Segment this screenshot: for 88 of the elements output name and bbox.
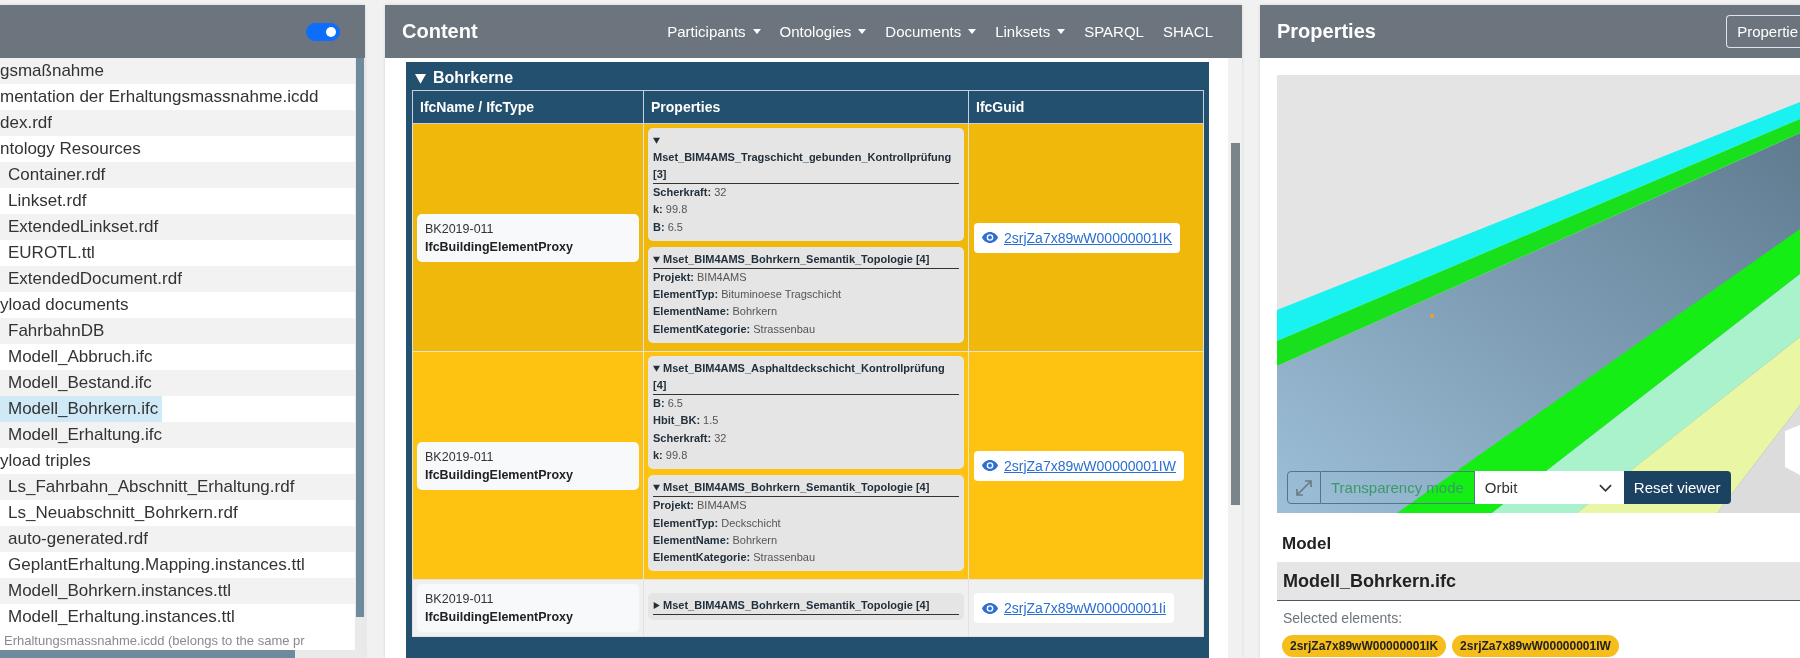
property-set-toggle[interactable]: Mset_BIM4AMS_Bohrkern_Semantik_Topologie [4] — [653, 479, 959, 498]
property-set-toggle[interactable]: Mset_BIM4AMS_Bohrkern_Semantik_Topologie [4] — [653, 250, 959, 269]
model-name: Modell_Bohrkern.ifc — [1277, 562, 1800, 601]
tree-item[interactable]: ExtendedLinkset.rdf — [0, 214, 355, 240]
tree-item[interactable]: ExtendedDocument.rdf — [0, 266, 355, 292]
column-header: IfcGuid — [968, 90, 1204, 124]
tree-item[interactable]: auto-generated.rdf — [0, 526, 355, 552]
property-line: ElementKategorie: Strassenbau — [653, 550, 817, 566]
tree-item[interactable]: Ls_Fahrbahn_Abschnitt_Erhaltung.rdf — [0, 474, 355, 500]
element-badge[interactable]: 2srjZa7x89wW00000001IK — [1282, 635, 1447, 657]
nav-link[interactable]: Linksets — [995, 23, 1066, 40]
caret-icon — [858, 29, 867, 34]
tree-item[interactable]: FahrbahnDB — [0, 318, 355, 344]
table-row[interactable] — [412, 351, 1204, 580]
element-name: BK2019-011 — [425, 448, 495, 466]
panel-title: Content — [402, 20, 478, 43]
properties-button[interactable]: Propertie — [1726, 15, 1800, 48]
mode-select[interactable]: Orbit — [1474, 471, 1624, 504]
guid-link[interactable]: 2srjZa7x89wW00000001IW — [974, 450, 1184, 481]
tree-item[interactable]: EUROTL.ttl — [0, 240, 355, 266]
tree-item[interactable]: Modell_Abbruch.ifc — [0, 344, 355, 370]
nav-link[interactable]: SPARQL — [1084, 23, 1144, 40]
property-line: k: 99.8 — [653, 447, 689, 463]
tree-item[interactable]: yload triples — [0, 448, 355, 474]
guid-link[interactable]: 2srjZa7x89wW00000001Ii — [974, 593, 1174, 624]
section-toggle[interactable]: Bohrkerne — [412, 66, 1203, 90]
caret-icon — [752, 29, 761, 34]
column-header: IfcName / IfcType — [412, 90, 644, 124]
property-line: Projekt: BIM4AMS — [653, 269, 748, 285]
tree-note: Erhaltungsmassnahme.icdd (belongs to the same pr — [3, 632, 306, 650]
eye-icon — [982, 460, 998, 472]
tree-item[interactable]: Modell_Erhaltung.ifc — [0, 422, 355, 448]
chevron-icon — [1598, 483, 1612, 492]
expand-icon — [1296, 479, 1312, 496]
scrollbar-thumb[interactable] — [1231, 143, 1240, 505]
selected-label: Selected elements: — [1282, 610, 1404, 627]
property-line: Projekt: BIM4AMS — [653, 498, 748, 514]
table-row[interactable]: BK2019-011 IfcBuildingElementProxy Mset_BIM4AMS_Bohrkern_Semantik_Topologie [4] 2srjZa7x89wW00000001Ii — [412, 579, 1204, 637]
property-line: Hbit_BK: 1.5 — [653, 413, 720, 429]
element-type: IfcBuildingElementProxy — [425, 466, 574, 484]
tree-item[interactable]: ntology Resources — [0, 136, 355, 162]
property-line: B: 6.5 — [653, 396, 684, 412]
tree-item[interactable]: Container.rdf — [0, 162, 355, 188]
tree-item[interactable]: Linkset.rdf — [0, 188, 355, 214]
tree-item[interactable]: Modell_Bohrkern.ifc — [0, 396, 355, 422]
property-set-toggle[interactable]: Mset_BIM4AMS_Tragschicht_gebunden_Kontrollprüfung [3] — [653, 132, 959, 184]
eye-icon — [982, 232, 998, 244]
nav-link[interactable]: SHACL — [1162, 23, 1213, 40]
property-line: Scherkraft: 32 — [653, 185, 728, 200]
nav-link[interactable]: Ontologies — [779, 23, 867, 40]
tree-item[interactable]: yload documents — [0, 292, 355, 318]
toggle-switch[interactable] — [306, 22, 340, 41]
caret-icon — [1057, 29, 1066, 34]
panel-title: Properties — [1277, 20, 1376, 43]
element-name: BK2019-011 — [425, 591, 495, 609]
expand-button[interactable] — [1287, 471, 1321, 504]
property-line: ElementKategorie: Strassenbau — [653, 321, 817, 337]
tree-item[interactable]: Modell_Bestand.ifc — [0, 370, 355, 396]
property-line: k: 99.8 — [653, 202, 689, 218]
property-set-toggle[interactable]: Mset_BIM4AMS_Asphaltdeckschicht_Kontrollprüfung [4] — [653, 360, 959, 396]
nav-link[interactable]: Documents — [885, 23, 977, 40]
scrollbar-thumb[interactable] — [0, 650, 295, 658]
tree-item[interactable]: Modell_Erhaltung.instances.ttl — [0, 604, 355, 630]
table-row[interactable] — [412, 123, 1204, 352]
section-heading: Model — [1281, 534, 1333, 554]
element-type: IfcBuildingElementProxy — [425, 609, 574, 627]
element-name: BK2019-011 — [425, 220, 495, 238]
property-line: ElementName: Bohrkern — [653, 532, 779, 548]
eye-icon — [982, 602, 998, 614]
element-type: IfcBuildingElementProxy — [425, 238, 574, 256]
tree-item[interactable]: GeplantErhaltung.Mapping.instances.ttl — [0, 552, 355, 578]
reset-button[interactable]: Reset viewer — [1623, 471, 1731, 504]
tree-item[interactable]: dex.rdf — [0, 110, 355, 136]
column-header: Properties — [643, 90, 969, 124]
guid-link[interactable]: 2srjZa7x89wW00000001IK — [974, 222, 1181, 253]
scrollbar-thumb[interactable] — [356, 58, 364, 617]
property-line: ElementName: Bohrkern — [653, 304, 779, 320]
tree-item[interactable]: gsmaßnahme — [0, 58, 355, 84]
property-line: B: 6.5 — [653, 219, 684, 235]
nav-link[interactable]: Participants — [667, 23, 761, 40]
property-line: ElementTyp: Deckschicht — [653, 515, 782, 531]
element-badge[interactable]: 2srjZa7x89wW00000001IW — [1452, 635, 1619, 657]
tree-item[interactable]: Modell_Bohrkern.instances.ttl — [0, 578, 355, 604]
property-line: Scherkraft: 32 — [653, 430, 728, 446]
tree-item[interactable]: mentation der Erhaltungsmassnahme.icdd — [0, 84, 355, 110]
property-line: ElementTyp: Bituminoese Tragschicht — [653, 287, 843, 303]
caret-icon — [968, 29, 977, 34]
tree-item[interactable]: Ls_Neuabschnitt_Bohrkern.rdf — [0, 500, 355, 526]
